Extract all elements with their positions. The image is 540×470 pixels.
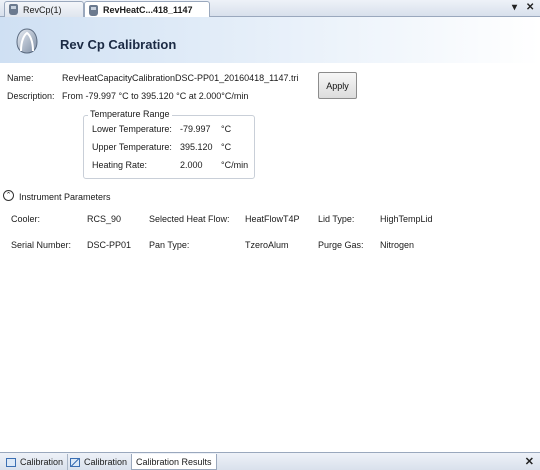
bottom-tab-label: Calibration: [84, 457, 128, 467]
heating-rate-unit: °C/min: [221, 160, 249, 170]
collapse-chevron-icon[interactable]: ⌃: [3, 190, 14, 201]
lower-temperature-value: -79.997: [180, 124, 211, 134]
purge-gas-label: Purge Gas:: [318, 240, 364, 250]
heating-rate-value: 2.000: [180, 160, 203, 170]
tab-list-dropdown-icon[interactable]: ▾: [512, 2, 517, 13]
close-panel-icon[interactable]: ✕: [525, 455, 534, 468]
lower-temperature-unit: °C: [221, 124, 232, 134]
cooler-value: RCS_90: [87, 214, 122, 224]
name-label: Name:: [7, 73, 34, 83]
calibration-icon: [6, 457, 16, 467]
document-icon: [89, 4, 98, 16]
upper-temperature-label: Upper Temperature:: [92, 142, 172, 152]
page-title: Rev Cp Calibration: [60, 37, 177, 52]
tab-calibration-chart[interactable]: Calibration: [66, 454, 133, 470]
tab-revcp[interactable]: RevCp(1): [4, 1, 84, 17]
tab-label: RevCp(1): [23, 4, 62, 15]
upper-temperature-value: 395.120: [180, 142, 213, 152]
bottom-tab-label: Calibration: [20, 457, 64, 467]
document-tab-strip: RevCp(1) RevHeatC...418_1147 ▾ ✕: [0, 0, 540, 18]
pan-type-value: TzeroAlum: [245, 240, 289, 250]
instrument-parameters-header[interactable]: Instrument Parameters: [19, 192, 111, 202]
tab-calibration-results[interactable]: Calibration Results: [131, 454, 217, 470]
document-icon: [9, 4, 18, 15]
tab-label: RevHeatC...418_1147: [103, 5, 193, 15]
page-header: Rev Cp Calibration: [0, 17, 540, 63]
upper-temperature-unit: °C: [221, 142, 232, 152]
chart-icon: [70, 457, 80, 467]
view-tab-strip: Calibration Calibration Calibration Resu…: [0, 452, 540, 470]
serial-number-label: Serial Number:: [11, 240, 72, 250]
description-label: Description:: [7, 91, 55, 101]
apply-button[interactable]: Apply: [318, 72, 357, 99]
description-value: From -79.997 °C to 395.120 °C at 2.000°C…: [62, 91, 249, 101]
bottom-tab-label: Calibration Results: [136, 456, 212, 467]
purge-gas-value: Nitrogen: [380, 240, 415, 250]
lower-temperature-label: Lower Temperature:: [92, 124, 172, 134]
lid-type-label: Lid Type:: [318, 214, 355, 224]
heat-flow-label: Selected Heat Flow:: [149, 214, 230, 224]
tab-revheatc[interactable]: RevHeatC...418_1147: [84, 1, 210, 18]
temperature-range-title: Temperature Range: [88, 109, 172, 119]
heat-flow-value: HeatFlowT4P: [245, 214, 300, 224]
calibration-logo-icon: [16, 28, 38, 54]
tab-calibration[interactable]: Calibration: [2, 454, 69, 470]
serial-number-value: DSC-PP01: [87, 240, 132, 250]
heating-rate-label: Heating Rate:: [92, 160, 148, 170]
close-document-icon[interactable]: ✕: [526, 2, 534, 13]
name-value: RevHeatCapacityCalibrationDSC-PP01_20160…: [62, 73, 299, 83]
lid-type-value: HighTempLid: [380, 214, 433, 224]
pan-type-label: Pan Type:: [149, 240, 190, 250]
cooler-label: Cooler:: [11, 214, 41, 224]
